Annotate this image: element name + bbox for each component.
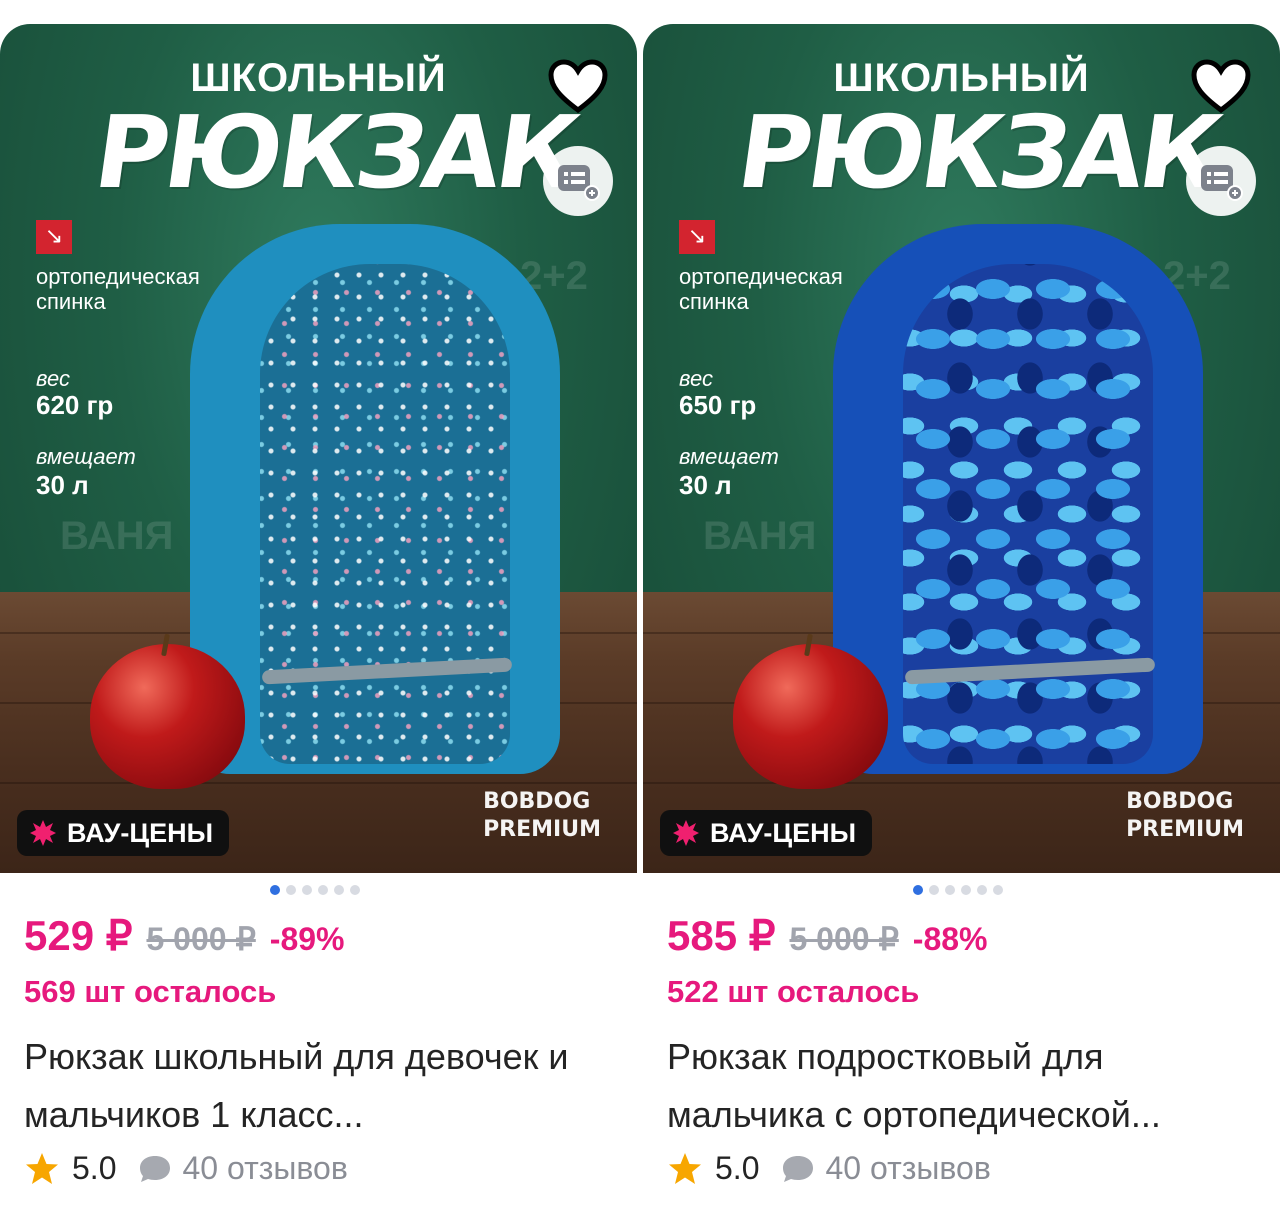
reviews-count[interactable]: 40 отзывов: [825, 1150, 990, 1187]
rating-value: 5.0: [715, 1150, 760, 1186]
product-name[interactable]: Рюкзак подростковый для мальчика с ортоп…: [667, 1028, 1257, 1144]
price: 585 ₽: [667, 912, 776, 959]
burst-icon: [30, 820, 56, 846]
pagination-dot: [913, 885, 923, 895]
pagination-dot: [929, 885, 939, 895]
wow-price-badge: ВАУ-ЦЕНЫ: [17, 810, 230, 856]
chalk-doodle: ВАНЯ: [60, 514, 174, 558]
favorite-button[interactable]: [545, 56, 611, 116]
price-row: 585 ₽ 5 000 ₽ -88%: [667, 911, 988, 960]
old-price: 5 000 ₽: [789, 921, 899, 957]
wow-price-badge: ВАУ-ЦЕНЫ: [660, 810, 873, 856]
pagination-dot: [945, 885, 955, 895]
burst-icon: [673, 820, 699, 846]
chalk-doodle: ВАНЯ: [703, 514, 817, 558]
pagination-dot: [350, 885, 360, 895]
weight-value: 650 гр: [679, 390, 757, 420]
heart-icon: [1191, 59, 1251, 114]
headline-big: РЮКЗАК: [730, 94, 1226, 211]
rating-row: 5.0 40 отзывов: [667, 1150, 991, 1187]
capacity-value: 30 л: [36, 470, 89, 500]
product-photo[interactable]: 2+2 ВАНЯ ШКОЛЬНЫЙ РЮКЗАК ↘ ортопедическа…: [0, 24, 637, 873]
rating-row: 5.0 40 отзывов: [24, 1150, 348, 1187]
price: 529 ₽: [24, 912, 133, 959]
down-right-arrow-icon: ↘: [36, 220, 72, 254]
headline-big: РЮКЗАК: [87, 94, 583, 211]
brand-logo: BOBDOG PREMIUM: [483, 789, 601, 842]
compare-button[interactable]: [543, 146, 613, 216]
weight-value: 620 гр: [36, 390, 114, 420]
capacity-label: вмещает: [679, 444, 779, 469]
pagination-dot: [318, 885, 328, 895]
product-photo[interactable]: 2+2 ВАНЯ ШКОЛЬНЫЙ РЮКЗАК ↘ ортопедическа…: [643, 24, 1280, 873]
product-card[interactable]: 2+2 ВАНЯ ШКОЛЬНЫЙ РЮКЗАК ↘ ортопедическа…: [0, 24, 637, 1217]
stock-left: 522 шт осталось: [667, 974, 920, 1009]
compare-add-icon: [558, 165, 600, 201]
product-name[interactable]: Рюкзак школьный для девочек и мальчиков …: [24, 1028, 614, 1144]
pagination-dot: [334, 885, 344, 895]
pagination-dot: [302, 885, 312, 895]
discount: -88%: [912, 921, 988, 957]
pagination-dot: [286, 885, 296, 895]
star-icon: [26, 1152, 58, 1184]
reviews-count[interactable]: 40 отзывов: [182, 1150, 347, 1187]
photo-pagination: [913, 885, 1003, 895]
capacity-value: 30 л: [679, 470, 732, 500]
backpack-image: [190, 224, 560, 774]
star-icon: [669, 1152, 701, 1184]
favorite-button[interactable]: [1188, 56, 1254, 116]
backpack-image: [833, 224, 1203, 774]
apple-image: [90, 633, 245, 789]
compare-button[interactable]: [1186, 146, 1256, 216]
weight-label: вес: [36, 366, 70, 391]
compare-add-icon: [1201, 165, 1243, 201]
brand-logo: BOBDOG PREMIUM: [1126, 789, 1244, 842]
pagination-dot: [961, 885, 971, 895]
price-row: 529 ₽ 5 000 ₽ -89%: [24, 911, 345, 960]
rating-value: 5.0: [72, 1150, 117, 1186]
comment-bubble-icon: [140, 1155, 171, 1182]
pagination-dot: [993, 885, 1003, 895]
heart-icon: [548, 59, 608, 114]
discount: -89%: [269, 921, 345, 957]
capacity-label: вмещает: [36, 444, 136, 469]
photo-pagination: [270, 885, 360, 895]
weight-label: вес: [679, 366, 713, 391]
comment-bubble-icon: [783, 1155, 814, 1182]
stock-left: 569 шт осталось: [24, 974, 277, 1009]
pagination-dot: [977, 885, 987, 895]
product-card[interactable]: 2+2 ВАНЯ ШКОЛЬНЫЙ РЮКЗАК ↘ ортопедическа…: [643, 24, 1280, 1217]
old-price: 5 000 ₽: [146, 921, 256, 957]
pagination-dot: [270, 885, 280, 895]
down-right-arrow-icon: ↘: [679, 220, 715, 254]
apple-image: [733, 633, 888, 789]
